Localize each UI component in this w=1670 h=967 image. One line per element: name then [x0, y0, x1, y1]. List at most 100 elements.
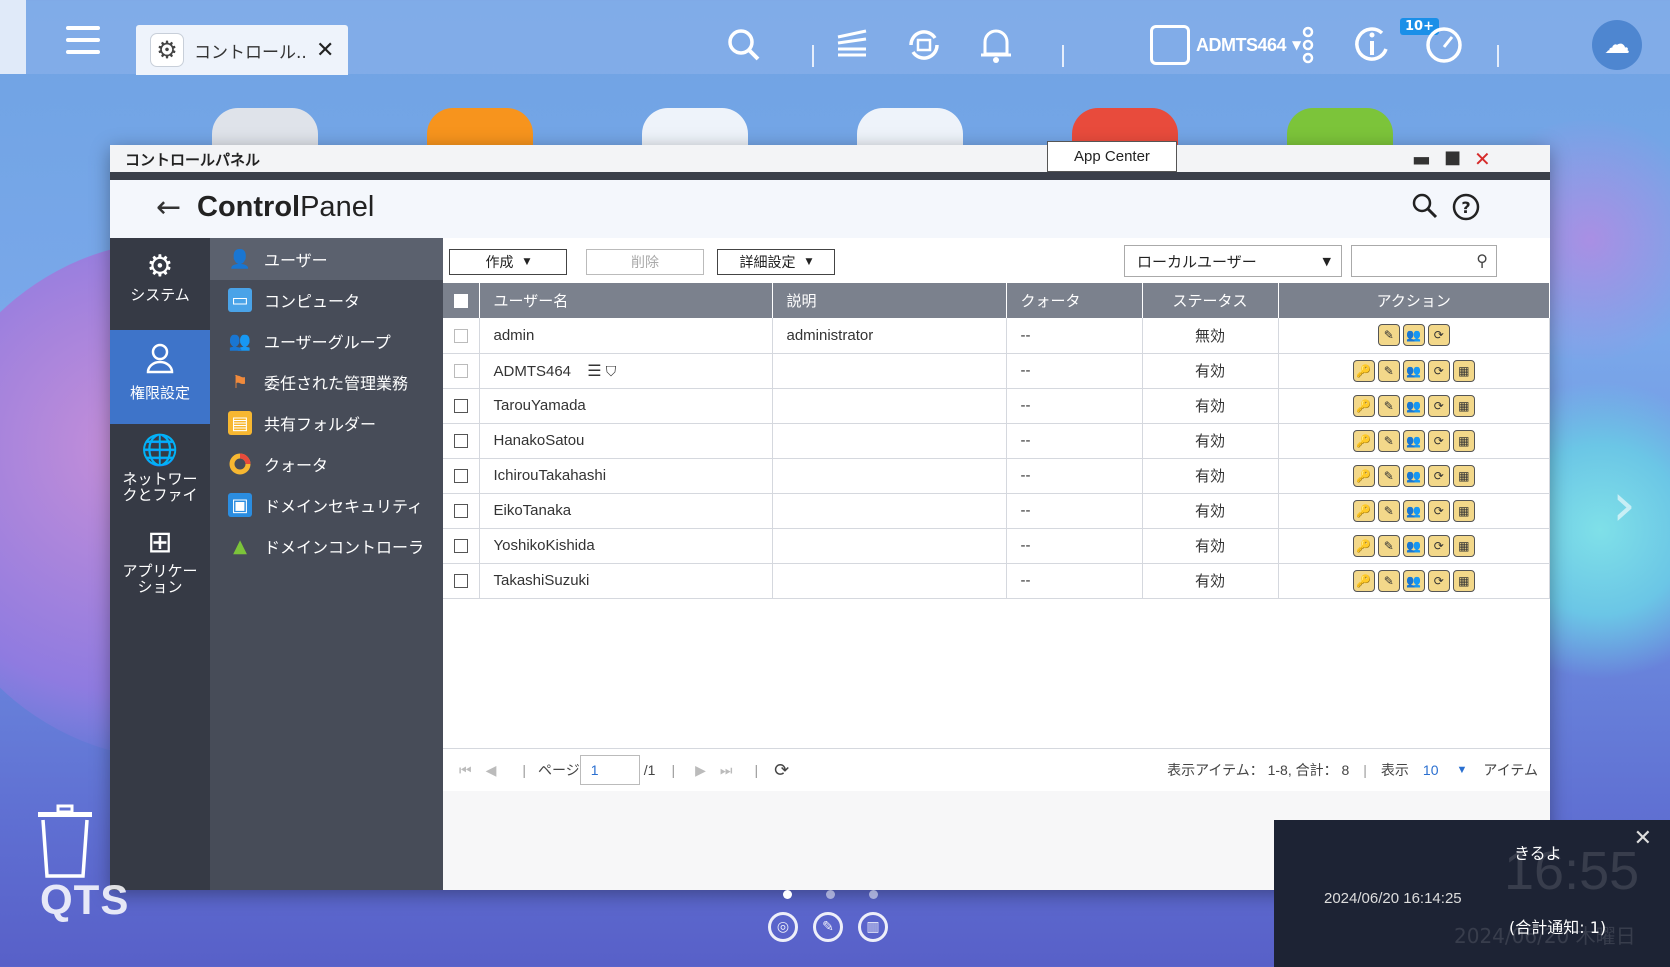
first-page-icon[interactable]: ⏮ — [459, 762, 472, 779]
col-quota[interactable]: クォータ — [1006, 283, 1143, 318]
advanced-settings-button[interactable]: 詳細設定 ▼ — [717, 249, 835, 275]
edit-app-privilege-icon[interactable]: ▦ — [1452, 569, 1475, 592]
edit-profile-icon[interactable]: ✎ — [1377, 569, 1400, 592]
edit-group-icon[interactable]: 👥 — [1402, 359, 1425, 382]
nav-system[interactable]: ⚙ システム — [110, 238, 210, 332]
edit-folder-permission-icon[interactable]: ⟳ — [1427, 534, 1450, 557]
caret-down-icon[interactable]: ▼ — [1457, 764, 1468, 776]
edit-folder-permission-icon[interactable]: ⟳ — [1427, 429, 1450, 452]
next-page-icon[interactable]: ▶ — [695, 762, 706, 779]
row-checkbox[interactable] — [453, 504, 468, 519]
edit-group-icon[interactable]: 👥 — [1402, 429, 1425, 452]
edit-app-privilege-icon[interactable]: ▦ — [1452, 394, 1475, 417]
edit-group-icon[interactable]: 👥 — [1402, 534, 1425, 557]
bell-icon[interactable] — [974, 23, 1018, 67]
nav-applications[interactable]: ⊞ アプリケーション — [110, 514, 210, 608]
row-checkbox[interactable] — [453, 328, 468, 343]
edit-folder-permission-icon[interactable]: ⟳ — [1427, 499, 1450, 522]
help-icon[interactable]: ? — [1452, 193, 1480, 228]
nav-computers[interactable]: ▭ コンピュータ — [210, 279, 443, 321]
row-select-cell[interactable] — [443, 458, 480, 494]
close-icon[interactable]: ✕ — [316, 38, 334, 63]
row-select-cell[interactable] — [443, 563, 480, 599]
close-window-icon[interactable]: ✕ — [1474, 147, 1491, 171]
nav-delegated-admin[interactable]: ⚑ 委任された管理業務 — [210, 361, 443, 403]
row-select-cell[interactable] — [443, 388, 480, 424]
delete-button[interactable]: 削除 — [586, 249, 704, 275]
edit-app-privilege-icon[interactable]: ▦ — [1452, 499, 1475, 522]
row-checkbox[interactable] — [453, 574, 468, 589]
edit-group-icon[interactable]: 👥 — [1402, 324, 1425, 347]
next-desktop-chevron-icon[interactable]: › — [1612, 470, 1636, 540]
search-icon[interactable] — [1412, 193, 1438, 226]
row-checkbox[interactable] — [453, 469, 468, 484]
user-type-select[interactable]: ローカルユーザー ▼ — [1124, 245, 1342, 277]
edit-group-icon[interactable]: 👥 — [1402, 499, 1425, 522]
row-select-cell[interactable] — [443, 318, 480, 354]
table-row[interactable]: TarouYamada -- 有効 🔑 ✎ 👥 ⟳ ▦ — [443, 388, 1550, 424]
app-tab-control-panel[interactable]: ⚙ コントロール... ✕ — [136, 25, 348, 75]
table-row[interactable]: TakashiSuzuki -- 有効 🔑 ✎ 👥 ⟳ ▦ — [443, 563, 1550, 599]
page-number-input[interactable] — [579, 755, 640, 785]
user-search-input[interactable]: ⚲ — [1351, 245, 1497, 277]
user-menu[interactable]: ADMTS464 ▼ — [1150, 22, 1301, 68]
tools-dock-icon[interactable]: ✎ — [813, 912, 843, 942]
edit-folder-permission-icon[interactable]: ⟳ — [1427, 569, 1450, 592]
table-row[interactable]: ADMTS464 ☰ ⛉ -- 有効 🔑 ✎ 👥 ⟳ ▦ — [443, 353, 1550, 389]
row-select-cell[interactable] — [443, 423, 480, 459]
dashboard-dock-icon[interactable]: ◎ — [768, 912, 798, 942]
main-menu-icon[interactable] — [66, 26, 100, 54]
edit-group-icon[interactable]: 👥 — [1402, 394, 1425, 417]
nav-domain-security[interactable]: ▣ ドメインセキュリティ — [210, 484, 443, 526]
minimize-icon[interactable]: ▬ — [1412, 147, 1431, 171]
edit-folder-permission-icon[interactable]: ⟳ — [1427, 359, 1450, 382]
edit-profile-icon[interactable]: ✎ — [1377, 499, 1400, 522]
row-select-cell[interactable] — [443, 353, 480, 389]
edit-app-privilege-icon[interactable]: ▦ — [1452, 464, 1475, 487]
row-checkbox[interactable] — [453, 364, 468, 379]
change-password-icon[interactable]: 🔑 — [1352, 569, 1375, 592]
info-icon[interactable] — [1350, 23, 1394, 67]
row-checkbox[interactable] — [453, 434, 468, 449]
sync-icon[interactable] — [902, 23, 946, 67]
table-row[interactable]: EikoTanaka -- 有効 🔑 ✎ 👥 ⟳ ▦ — [443, 493, 1550, 529]
select-all-checkbox[interactable] — [453, 294, 468, 309]
page-dot[interactable] — [826, 890, 835, 899]
cloud-icon[interactable]: ☁ — [1592, 20, 1642, 70]
edit-profile-icon[interactable]: ✎ — [1377, 359, 1400, 382]
change-password-icon[interactable]: 🔑 — [1352, 394, 1375, 417]
row-checkbox[interactable] — [453, 539, 468, 554]
edit-profile-icon[interactable]: ✎ — [1377, 534, 1400, 557]
trash-icon[interactable] — [36, 804, 94, 878]
widgets-dock-icon[interactable]: ▥ — [858, 912, 888, 942]
row-select-cell[interactable] — [443, 528, 480, 564]
nav-user-groups[interactable]: 👥 ユーザーグループ — [210, 320, 443, 362]
last-page-icon[interactable]: ⏭ — [720, 762, 733, 779]
select-all-header[interactable] — [443, 283, 480, 318]
edit-app-privilege-icon[interactable]: ▦ — [1452, 534, 1475, 557]
table-row[interactable]: YoshikoKishida -- 有効 🔑 ✎ 👥 ⟳ ▦ — [443, 528, 1550, 564]
change-password-icon[interactable]: 🔑 — [1352, 534, 1375, 557]
nav-shared-folders[interactable]: ▤ 共有フォルダー — [210, 402, 443, 444]
page-dot[interactable] — [869, 890, 878, 899]
edit-profile-icon[interactable]: ✎ — [1377, 394, 1400, 417]
more-options-icon[interactable] — [1286, 23, 1330, 67]
prev-page-icon[interactable]: ◀ — [486, 762, 497, 779]
edit-app-privilege-icon[interactable]: ▦ — [1452, 359, 1475, 382]
edit-folder-permission-icon[interactable]: ⟳ — [1427, 464, 1450, 487]
change-password-icon[interactable]: 🔑 — [1352, 429, 1375, 452]
table-row[interactable]: IchirouTakahashi -- 有効 🔑 ✎ 👥 ⟳ ▦ — [443, 458, 1550, 494]
nav-privilege[interactable]: 権限設定 — [110, 330, 210, 424]
edit-app-privilege-icon[interactable]: ▦ — [1452, 429, 1475, 452]
nav-quota[interactable]: クォータ — [210, 443, 443, 485]
edit-folder-permission-icon[interactable]: ⟳ — [1427, 324, 1450, 347]
dashboard-icon[interactable] — [1422, 23, 1466, 67]
search-icon[interactable] — [722, 23, 766, 67]
back-arrow-icon[interactable]: ← — [156, 190, 181, 225]
refresh-icon[interactable]: ⟳ — [774, 760, 789, 781]
create-button[interactable]: 作成 ▼ — [449, 249, 567, 275]
nav-domain-controller[interactable]: ▲ ドメインコントローラ — [210, 525, 443, 567]
edit-folder-permission-icon[interactable]: ⟳ — [1427, 394, 1450, 417]
table-row[interactable]: admin administrator -- 無効 ✎ 👥 ⟳ — [443, 318, 1550, 354]
page-dot[interactable] — [783, 890, 792, 899]
